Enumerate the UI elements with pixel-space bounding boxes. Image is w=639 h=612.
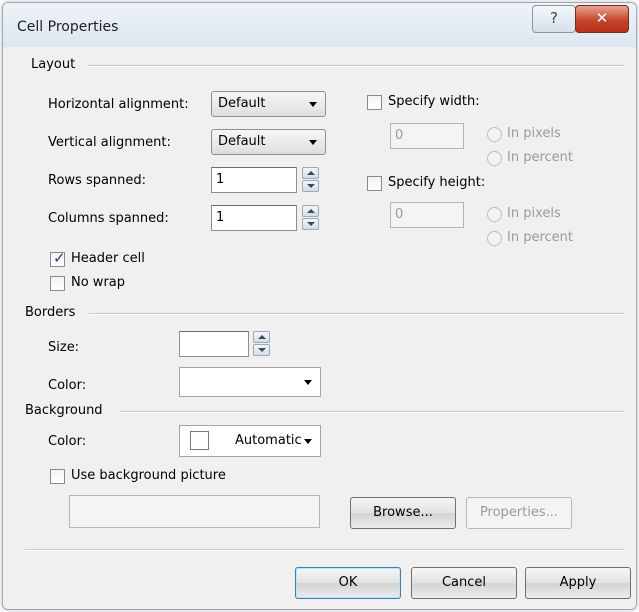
specify-width-checkbox[interactable] [367, 95, 382, 110]
use-background-picture-label[interactable]: Use background picture [71, 468, 226, 483]
borders-group-label: Borders [25, 305, 76, 320]
height-in-pixels-label: In pixels [507, 206, 561, 221]
spin-up-icon[interactable] [302, 167, 319, 179]
vertical-alignment-value: Default [218, 134, 266, 149]
header-cell-label[interactable]: Header cell [71, 251, 145, 266]
layout-group-label: Layout [31, 57, 76, 72]
browse-button[interactable]: Browse... [350, 497, 456, 529]
width-input: 0 [390, 123, 464, 149]
background-color-label: Color: [48, 434, 87, 449]
border-size-label: Size: [48, 340, 80, 355]
horizontal-alignment-dropdown[interactable]: Default [211, 91, 326, 117]
close-icon: ✕ [595, 9, 609, 27]
specify-height-checkbox[interactable] [367, 176, 382, 191]
spin-down-icon[interactable] [302, 180, 319, 192]
vertical-alignment-label: Vertical alignment: [48, 135, 171, 150]
ok-button[interactable]: OK [295, 567, 401, 599]
rows-spanned-label: Rows spanned: [48, 173, 147, 188]
caret-down-icon [309, 140, 317, 145]
spin-up-icon[interactable] [253, 331, 270, 343]
spin-down-icon[interactable] [253, 344, 270, 356]
horizontal-alignment-label: Horizontal alignment: [48, 97, 189, 112]
background-group-label: Background [25, 403, 103, 418]
height-in-percent-label: In percent [507, 230, 573, 245]
background-picture-path-input [69, 495, 320, 528]
caret-down-icon [304, 380, 312, 385]
no-wrap-checkbox[interactable] [50, 276, 65, 291]
rows-spanned-input[interactable]: 1 [211, 167, 297, 193]
background-color-value: Automatic [235, 433, 302, 448]
width-in-percent-label: In percent [507, 150, 573, 165]
background-group-divider [119, 411, 625, 413]
borders-group-divider [89, 313, 625, 315]
border-size-spinner[interactable] [253, 331, 271, 357]
border-color-dropdown[interactable] [179, 367, 321, 397]
columns-spanned-spinner[interactable] [302, 205, 320, 231]
close-button[interactable]: ✕ [575, 5, 629, 33]
specify-width-label[interactable]: Specify width: [388, 94, 480, 109]
cancel-button[interactable]: Cancel [411, 567, 517, 599]
cell-properties-dialog: Cell Properties ? ✕ Layout Horizontal al… [2, 2, 637, 610]
horizontal-alignment-value: Default [218, 96, 266, 111]
width-in-pixels-radio [487, 127, 502, 142]
width-in-percent-radio [487, 151, 502, 166]
height-input: 0 [390, 202, 464, 228]
specify-height-label[interactable]: Specify height: [388, 175, 485, 190]
columns-spanned-label: Columns spanned: [48, 211, 169, 226]
help-icon: ? [550, 9, 558, 27]
caret-down-icon [309, 102, 317, 107]
color-swatch [190, 431, 209, 450]
spin-down-icon[interactable] [302, 218, 319, 230]
apply-button[interactable]: Apply [525, 567, 631, 599]
help-button[interactable]: ? [532, 5, 576, 33]
border-size-input[interactable] [179, 331, 249, 357]
vertical-alignment-dropdown[interactable]: Default [211, 129, 326, 155]
checkmark-icon: ✓ [53, 249, 66, 267]
spin-up-icon[interactable] [302, 205, 319, 217]
dialog-title: Cell Properties [17, 19, 119, 35]
no-wrap-label[interactable]: No wrap [71, 275, 125, 290]
height-in-percent-radio [487, 231, 502, 246]
rows-spanned-spinner[interactable] [302, 167, 320, 193]
border-color-label: Color: [48, 378, 87, 393]
columns-spanned-input[interactable]: 1 [211, 205, 297, 231]
footer-divider [25, 549, 625, 551]
use-background-picture-checkbox[interactable] [50, 469, 65, 484]
properties-button: Properties... [466, 497, 572, 529]
width-in-pixels-label: In pixels [507, 126, 561, 141]
height-in-pixels-radio [487, 207, 502, 222]
title-bar: Cell Properties ? ✕ [3, 3, 636, 47]
background-color-dropdown[interactable]: Automatic [179, 425, 321, 457]
dialog-body: Layout Horizontal alignment: Default Ver… [3, 47, 636, 609]
caret-down-icon [304, 439, 312, 444]
layout-group-divider [88, 65, 625, 67]
header-cell-checkbox[interactable]: ✓ [50, 249, 66, 267]
